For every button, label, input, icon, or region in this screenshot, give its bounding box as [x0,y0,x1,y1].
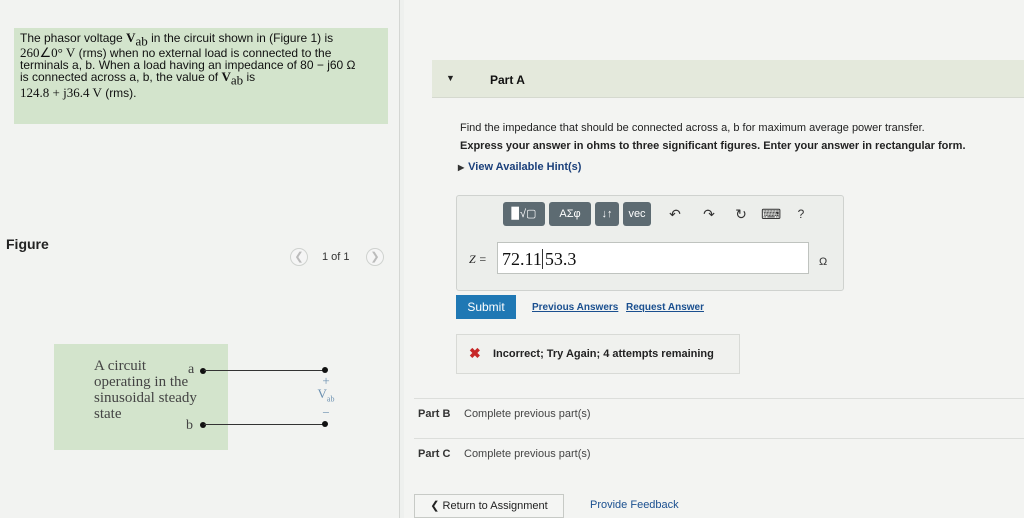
submit-button[interactable]: Submit [456,295,516,319]
part-b-title: Part B [418,408,451,420]
answer-input[interactable]: 72.11 53.3 [497,242,809,274]
vab-subscript: ab [326,394,335,404]
problem-line-5: 124.8 + j36.4 V (rms). [20,84,382,100]
keyboard-icon[interactable]: ⌨ [761,202,781,226]
provide-feedback-link[interactable]: Provide Feedback [590,499,679,511]
help-icon[interactable]: ? [791,202,811,226]
answer-label: Z = [469,252,487,266]
vab-subscript: ab [230,72,244,88]
redo-icon[interactable]: ↷ [699,202,719,226]
greek-symbols-button[interactable]: ΑΣφ [549,202,591,226]
feedback-box: ✖ Incorrect; Try Again; 4 attempts remai… [456,334,740,374]
circuit-block: A circuit operating in the sinusoidal st… [54,344,228,450]
instruction-text: Express your answer in ohms to three sig… [460,140,966,152]
answer-magnitude: 72.11 [502,249,542,269]
math-toolbar: ▉√▢ ΑΣφ ↓↑ vec ↶ ↷ ↻ ⌨ ? [503,202,841,228]
incorrect-icon: ✖ [469,345,481,361]
chevron-left-icon[interactable]: ❮ [290,248,308,266]
terminal-a-dot [200,368,206,374]
problem-statement: The phasor voltage Vab in the circuit sh… [14,28,388,124]
terminal-b-label: b [186,418,193,433]
hint-link-label: View Available Hint(s) [468,161,582,173]
problem-text: is [243,70,256,85]
part-c-title: Part C [418,448,451,460]
part-a-title: Part A [490,73,525,87]
answer-pane: ▼ Part A Find the impedance that should … [404,0,1024,518]
vab-label: + Vab − [314,374,338,419]
chevron-right-icon[interactable]: ❯ [366,248,384,266]
figure-pager: ❮ 1 of 1 ❯ [288,248,388,266]
feedback-text: Incorrect; Try Again; 4 attempts remaini… [493,348,714,360]
part-c-row[interactable]: Part C Complete previous part(s) [414,438,1024,468]
caret-down-icon[interactable]: ▼ [446,73,455,83]
templates-button[interactable]: ▉√▢ [503,202,545,226]
vab-variable: V [317,386,327,401]
caret-right-icon: ▶ [458,163,465,172]
ohm-unit: Ω [819,256,828,268]
return-to-assignment-button[interactable]: ❮ Return to Assignment [414,494,564,518]
page: The phasor voltage Vab in the circuit sh… [0,0,1024,518]
answer-angle: 53.3 [541,249,577,269]
problem-text: in the circuit shown in (Figure 1) is [147,31,334,45]
subscript-superscript-button[interactable]: ↓↑ [595,202,619,226]
minus-sign: − [322,404,330,420]
part-a-header[interactable]: ▼ Part A [432,60,1024,98]
wire-a [204,370,326,371]
problem-text: is connected across a, b, the value of [20,70,222,85]
problem-text: The phasor voltage [20,31,127,45]
terminal-a-label: a [188,362,195,377]
undo-icon[interactable]: ↶ [665,202,685,226]
view-hints-link[interactable]: ▶ View Available Hint(s) [458,161,581,173]
reset-icon[interactable]: ↻ [731,202,751,226]
wire-b [204,424,326,425]
question-text: Find the impedance that should be connec… [460,122,925,134]
part-b-status: Complete previous part(s) [464,408,591,420]
previous-answers-link[interactable]: Previous Answers [532,302,618,313]
request-answer-link[interactable]: Request Answer [626,302,704,313]
part-c-status: Complete previous part(s) [464,448,591,460]
answer-panel: ▉√▢ ΑΣφ ↓↑ vec ↶ ↷ ↻ ⌨ ? Z = 72.11 53.3 Ω [456,195,844,291]
part-b-row[interactable]: Part B Complete previous part(s) [414,398,1024,428]
terminal-b-dot [200,422,206,428]
figure-label: Figure [6,236,49,252]
problem-pane: The phasor voltage Vab in the circuit sh… [0,0,400,518]
vector-button[interactable]: vec [623,202,651,226]
problem-text: (rms). [101,85,137,100]
vab-variable: V [221,69,231,85]
loaded-voltage: 124.8 + j36.4 V [20,84,102,100]
node-b-dot [322,421,328,427]
figure-counter: 1 of 1 [322,251,350,263]
